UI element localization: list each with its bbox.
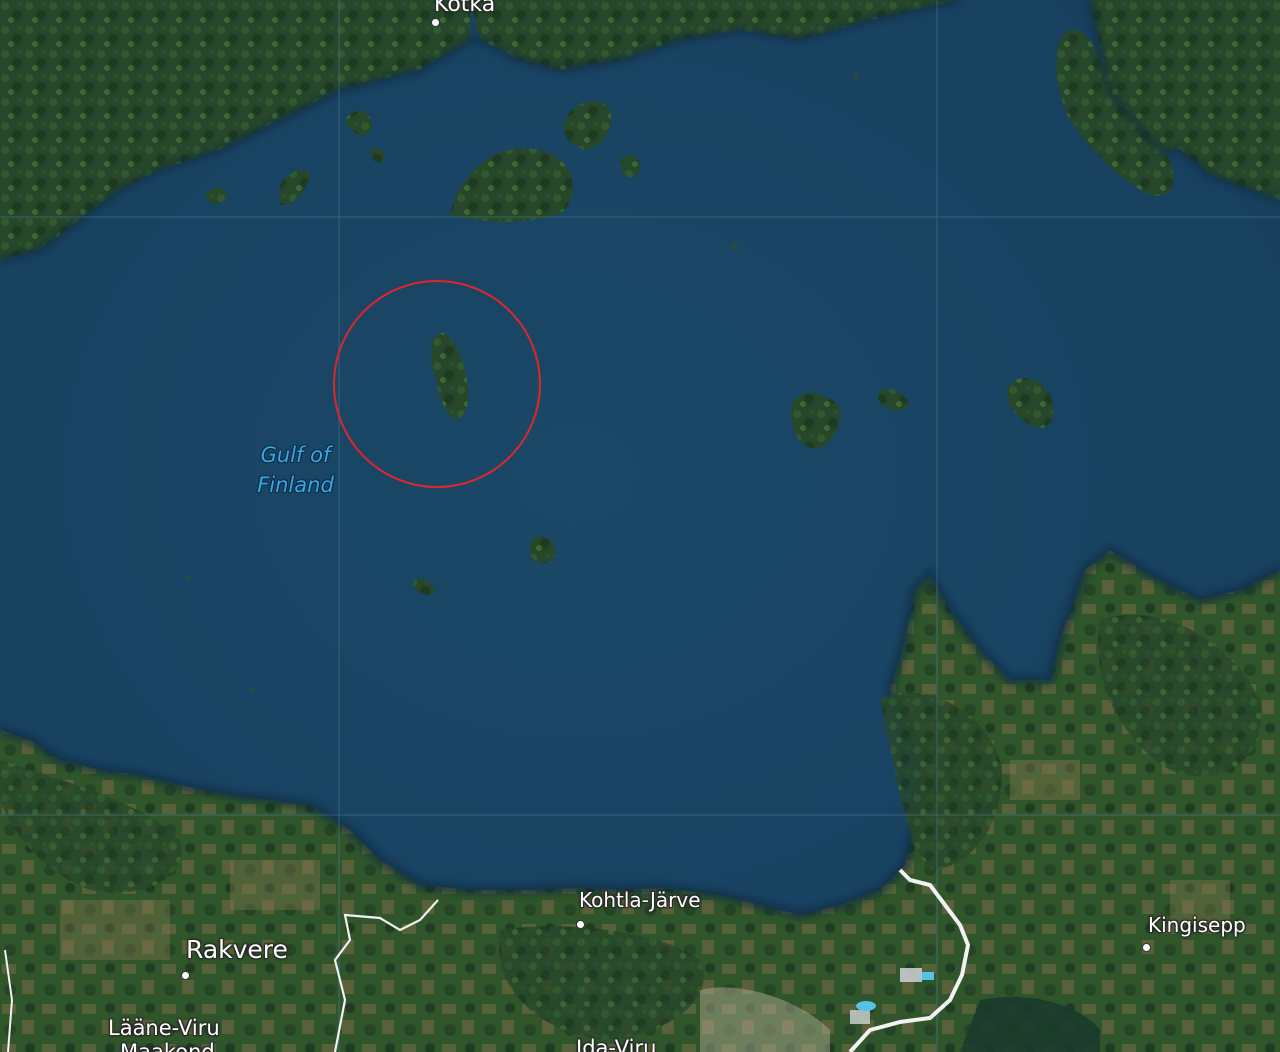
kingisepp-label: Kingisepp <box>1148 913 1246 937</box>
rakvere-marker[interactable] <box>181 971 190 980</box>
gulf-of-finland-label: Gulf of Finland <box>238 440 353 500</box>
gulf-label-line2: Finland <box>257 473 334 497</box>
gulf-label-line1: Gulf of <box>260 443 331 467</box>
kingisepp-marker[interactable] <box>1142 943 1151 952</box>
laane-viru-region-label-line2: Maakond <box>120 1040 215 1052</box>
laane-viru-region-label: Lääne-Viru <box>108 1016 220 1040</box>
kohtla-jarve-marker[interactable] <box>576 920 585 929</box>
kotka-marker[interactable] <box>431 18 440 27</box>
rakvere-label: Rakvere <box>186 935 288 964</box>
kohtla-jarve-label: Kohtla-Järve <box>579 888 701 912</box>
map-view[interactable]: Gulf of Finland Kotka Kohtla-Järve Rakve… <box>0 0 1280 1052</box>
ida-viru-region-label: Ida-Viru <box>576 1036 657 1052</box>
kotka-label: Kotka <box>434 0 496 17</box>
